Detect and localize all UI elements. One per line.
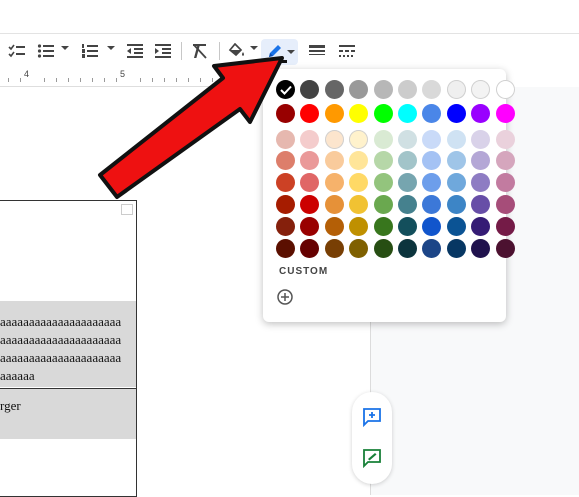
background-color-dropdown-icon[interactable] [250, 46, 258, 50]
color-swatch[interactable] [495, 173, 515, 192]
color-swatch[interactable] [495, 104, 515, 123]
ruler-mark: 5 [120, 69, 126, 79]
border-dash-icon[interactable] [336, 40, 358, 62]
color-swatch[interactable] [373, 80, 393, 99]
ruler-mark: 4 [24, 69, 30, 79]
color-swatch[interactable] [446, 80, 466, 99]
pen-color-indicator [265, 60, 287, 63]
color-swatch[interactable] [446, 239, 466, 258]
color-swatch[interactable] [398, 130, 417, 149]
color-swatch[interactable] [398, 80, 417, 99]
numbered-list-icon[interactable] [79, 40, 101, 62]
color-swatch[interactable] [446, 104, 466, 123]
color-swatch[interactable] [276, 130, 295, 149]
color-swatch[interactable] [324, 130, 344, 149]
color-swatch[interactable] [276, 173, 295, 192]
color-swatch[interactable] [446, 130, 466, 149]
color-swatch[interactable] [398, 173, 417, 192]
color-swatch[interactable] [324, 239, 344, 258]
table-cell-text: rger [0, 398, 21, 413]
color-swatch[interactable] [446, 195, 466, 214]
border-width-icon[interactable] [306, 40, 328, 62]
color-swatch[interactable] [324, 80, 344, 99]
color-swatch[interactable] [373, 195, 393, 214]
color-swatch[interactable] [398, 195, 417, 214]
color-swatch[interactable] [495, 195, 515, 214]
numbered-list-dropdown-icon[interactable] [107, 46, 115, 50]
color-swatch[interactable] [398, 151, 417, 170]
color-swatch[interactable] [398, 217, 417, 236]
color-swatch[interactable] [495, 217, 515, 236]
plus-circle-icon[interactable] [276, 288, 294, 306]
clear-formatting-icon[interactable] [189, 40, 211, 62]
color-swatch[interactable] [495, 130, 515, 149]
paint-bucket-icon[interactable] [226, 40, 248, 62]
color-swatch[interactable] [276, 195, 295, 214]
custom-colors-label: CUSTOM [279, 266, 329, 277]
selected-check-icon [276, 80, 295, 99]
color-swatch[interactable] [276, 217, 295, 236]
toolbar-divider [219, 42, 220, 60]
color-swatch[interactable] [446, 151, 466, 170]
cell-menu-icon[interactable] [121, 204, 133, 215]
toolbar-divider [181, 42, 182, 60]
color-swatch[interactable] [373, 104, 393, 123]
color-swatch[interactable] [373, 173, 393, 192]
color-swatch[interactable] [446, 173, 466, 192]
color-swatch[interactable] [276, 239, 295, 258]
border-color-dropdown-icon[interactable] [287, 50, 295, 54]
bulleted-list-icon[interactable] [35, 40, 57, 62]
add-comment-icon[interactable] [360, 405, 384, 429]
checklist-icon[interactable] [6, 40, 28, 62]
table-cell-text: aaaaaaaaaaaaaaaaaaaaa aaaaaaaaaaaaaaaaaa… [0, 314, 122, 383]
decrease-indent-icon[interactable] [124, 40, 146, 62]
color-swatch[interactable] [324, 173, 344, 192]
color-swatch[interactable] [324, 104, 344, 123]
suggest-edit-icon[interactable] [360, 446, 384, 470]
color-swatch[interactable] [398, 104, 417, 123]
color-swatch[interactable] [276, 151, 295, 170]
color-swatch[interactable] [324, 151, 344, 170]
color-swatch[interactable] [324, 195, 344, 214]
color-swatch[interactable] [398, 239, 417, 258]
color-swatch[interactable] [373, 130, 393, 149]
pen-icon[interactable] [264, 40, 286, 62]
bulleted-list-dropdown-icon[interactable] [61, 46, 69, 50]
color-swatch[interactable] [495, 239, 515, 258]
color-swatch[interactable] [373, 151, 393, 170]
color-swatch[interactable] [373, 217, 393, 236]
color-swatch[interactable] [324, 217, 344, 236]
top-bar [0, 0, 579, 34]
color-swatch[interactable] [446, 217, 466, 236]
color-swatch[interactable] [373, 239, 393, 258]
color-swatch[interactable] [495, 80, 515, 99]
color-swatch[interactable] [276, 104, 295, 123]
color-swatch[interactable] [495, 151, 515, 170]
increase-indent-icon[interactable] [152, 40, 174, 62]
